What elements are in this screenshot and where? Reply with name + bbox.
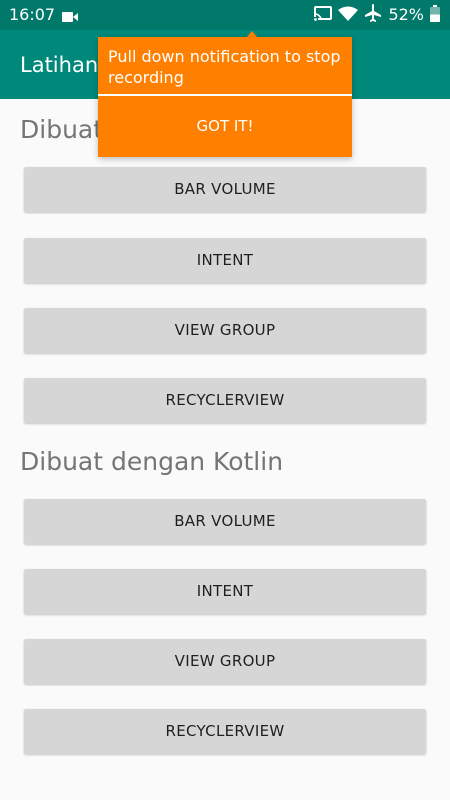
bar-volume-button-1[interactable]: BAR VOLUME (24, 167, 426, 212)
section-heading-java: Dibuat (20, 115, 104, 144)
bar-volume-button-2[interactable]: BAR VOLUME (24, 499, 426, 544)
coachmark-divider (98, 94, 352, 96)
status-icons: 52% (308, 4, 440, 26)
recyclerview-button-1[interactable]: RECYCLERVIEW (24, 378, 426, 423)
wifi-icon (338, 6, 359, 25)
intent-button-1[interactable]: INTENT (24, 238, 426, 283)
section-heading-kotlin: Dibuat dengan Kotlin (20, 447, 284, 476)
status-time: 16:07 (9, 5, 56, 24)
app-title: Latihan (20, 53, 99, 77)
cast-icon (314, 5, 333, 25)
coachmark-message: Pull down notification to stop recording (108, 47, 341, 87)
status-bar: 16:07 52% (0, 0, 450, 30)
got-it-button[interactable]: GOT IT! (98, 97, 352, 155)
view-group-button-1[interactable]: VIEW GROUP (24, 308, 426, 353)
airplane-icon (364, 4, 382, 26)
battery-percent: 52% (388, 5, 424, 24)
coachmark-tooltip: Pull down notification to stop recording… (98, 37, 352, 157)
view-group-button-2[interactable]: VIEW GROUP (24, 639, 426, 684)
intent-button-2[interactable]: INTENT (24, 569, 426, 614)
video-camera-icon (62, 8, 78, 27)
battery-icon (430, 4, 440, 26)
recyclerview-button-2[interactable]: RECYCLERVIEW (24, 709, 426, 754)
